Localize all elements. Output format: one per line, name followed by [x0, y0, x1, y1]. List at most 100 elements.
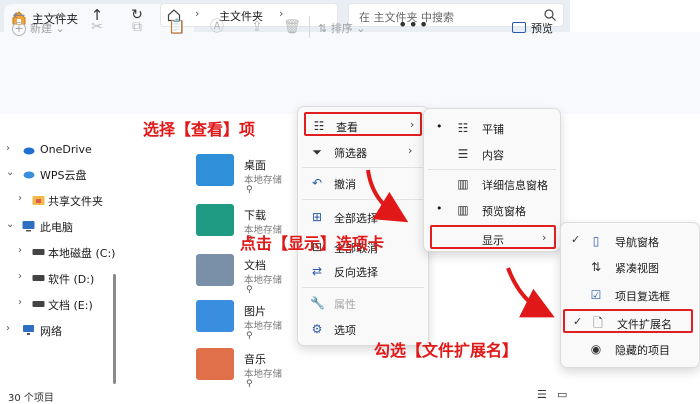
menu-item-label: 撤消: [334, 178, 356, 191]
menu-item-filter[interactable]: ⏷ 筛选器 ›: [304, 140, 422, 164]
menu-item-hidden-items[interactable]: ◉ 隐藏的项目: [567, 337, 693, 361]
sidebar-scrollbar[interactable]: [113, 274, 116, 384]
drive-icon: [32, 275, 45, 281]
music-folder-icon: [196, 348, 234, 380]
share-icon[interactable]: ⇪: [248, 18, 266, 36]
invert-selection-icon: ⇄: [311, 264, 323, 278]
annotation-step2: 点击【显示】选项卡: [240, 234, 385, 253]
chevron-down-icon[interactable]: ⌄: [6, 219, 14, 230]
folder-icon: [32, 196, 45, 205]
menu-item-label: 反向选择: [334, 266, 378, 279]
arrow-to-extensions: [506, 267, 555, 318]
sort-label: 排序: [330, 22, 353, 35]
list-item[interactable]: 图片 本地存储 ⚲: [196, 300, 296, 350]
menu-item-select-all[interactable]: ⊞ 全部选择: [304, 205, 422, 229]
menu-item-label: 文件扩展名: [617, 318, 672, 331]
sidebar-item-shared-folder[interactable]: › 共享文件夹: [0, 190, 115, 212]
menu-item-label: 导航窗格: [615, 236, 659, 249]
pin-icon: ⚲: [246, 185, 253, 195]
new-button[interactable]: + 新建 ⌄: [12, 20, 65, 36]
preview-pane-icon: [512, 22, 526, 33]
menu-item-preview-pane[interactable]: • ▥ 预览窗格: [430, 198, 554, 222]
details-pane-icon: ▥: [457, 177, 469, 191]
radio-dot-icon: •: [436, 202, 443, 215]
chevron-right-icon[interactable]: ›: [18, 297, 22, 308]
sidebar-item-drive-e[interactable]: › 文档 (E:): [0, 294, 115, 316]
menu-item-label: 隐藏的项目: [615, 344, 670, 357]
chevron-right-icon: ›: [408, 144, 413, 157]
sidebar-item-drive-d[interactable]: › 软件 (D:): [0, 268, 115, 290]
menu-item-navigation-pane[interactable]: ✓ ▯ 导航窗格: [567, 229, 693, 253]
cut-icon[interactable]: ✂: [88, 18, 106, 36]
chevron-right-icon[interactable]: ›: [18, 245, 22, 256]
menu-item-label: 预览窗格: [482, 205, 526, 218]
chevron-right-icon[interactable]: ›: [6, 323, 10, 334]
menu-item-view[interactable]: ☷ 查看 ›: [304, 112, 422, 136]
details-view-icon[interactable]: ☰: [537, 388, 547, 401]
menu-item-invert-selection[interactable]: ⇄ 反向选择: [304, 259, 422, 283]
chevron-right-icon[interactable]: ›: [18, 193, 22, 204]
tiles-view-icon[interactable]: ▭: [557, 388, 567, 401]
menu-item-properties[interactable]: 🔧 属性: [304, 291, 422, 315]
rename-icon[interactable]: Ⓐ: [208, 18, 226, 36]
eye-icon: ◉: [590, 342, 602, 356]
compact-view-icon: ⇅: [590, 260, 602, 274]
new-label: 新建: [30, 22, 52, 35]
annotation-step1: 选择【查看】项: [143, 120, 256, 139]
menu-item-file-extensions[interactable]: ✓ 🗋 文件扩展名: [563, 309, 693, 333]
delete-icon[interactable]: 🗑: [283, 18, 301, 36]
sort-button[interactable]: ⇅ 排序 ⌄: [318, 20, 365, 36]
chevron-down-icon: ⌄: [356, 22, 366, 35]
checkbox-icon: ☑: [590, 288, 602, 302]
menu-item-content[interactable]: ☰ 内容: [430, 142, 554, 166]
sort-icon: ⇅: [318, 22, 331, 35]
more-options-button[interactable]: •••: [398, 15, 429, 34]
annotation-step3: 勾选【文件扩展名】: [374, 341, 519, 360]
menu-item-label: 详细信息窗格: [482, 179, 548, 192]
sidebar-item-label: 软件 (D:): [48, 273, 95, 286]
select-all-icon: ⊞: [311, 210, 323, 224]
address-row: [0, 32, 700, 62]
sidebar-item-wps[interactable]: ⌄ WPS云盘: [0, 164, 115, 186]
desktop-folder-icon: [196, 154, 234, 186]
pin-icon: ⚲: [246, 379, 253, 389]
preview-button[interactable]: 预览: [512, 20, 553, 36]
chevron-down-icon[interactable]: ⌄: [6, 167, 14, 178]
menu-item-label: 筛选器: [334, 147, 367, 160]
file-name: 桌面: [244, 159, 266, 172]
chevron-right-icon[interactable]: ›: [6, 143, 10, 154]
menu-item-compact-view[interactable]: ⇅ 紧凑视图: [567, 255, 693, 279]
list-item[interactable]: 桌面 本地存储 ⚲: [196, 154, 296, 204]
checkmark-icon: ✓: [573, 315, 583, 328]
sidebar-item-onedrive[interactable]: › OneDrive: [0, 140, 115, 162]
menu-item-label: 属性: [334, 298, 356, 311]
menu-item-show[interactable]: 显示 ›: [430, 225, 556, 249]
menu-item-label: 平铺: [482, 123, 504, 136]
view-icon: ☷: [313, 119, 325, 133]
drive-icon: [32, 249, 45, 255]
list-item[interactable]: 文档 本地存储 ⚲: [196, 254, 296, 304]
network-icon: [23, 325, 34, 335]
drive-icon: [32, 301, 45, 307]
paste-icon[interactable]: 📋: [168, 18, 186, 36]
sidebar-item-this-pc[interactable]: ⌄ 此电脑: [0, 216, 115, 238]
sidebar-item-drive-c[interactable]: › 本地磁盘 (C:): [0, 242, 115, 264]
sidebar-item-network[interactable]: › 网络: [0, 320, 115, 342]
menu-divider: [428, 169, 556, 170]
navigation-pane: › OneDrive ⌄ WPS云盘 › 共享文件夹 ⌄ 此电脑 › 本地磁盘 …: [0, 114, 115, 390]
menu-item-checkboxes[interactable]: ☑ 项目复选框: [567, 283, 693, 307]
menu-item-tiles[interactable]: • ☷ 平铺: [430, 116, 554, 140]
file-name: 文档: [244, 259, 266, 272]
filter-icon: ⏷: [312, 145, 322, 159]
copy-icon[interactable]: ⧉: [128, 18, 146, 36]
sidebar-item-label: 共享文件夹: [48, 195, 103, 208]
file-name: 音乐: [244, 353, 266, 366]
context-menu: ☷ 查看 › ⏷ 筛选器 › ↶ 撤消 ⊞ 全部选择 ⊟ 全部取消 ⇄ 反向选择…: [297, 106, 429, 346]
menu-item-label: 选项: [334, 324, 356, 337]
file-name: 图片: [244, 305, 266, 318]
wrench-icon: 🔧: [310, 296, 325, 310]
menu-item-undo[interactable]: ↶ 撤消: [304, 171, 422, 195]
menu-item-details-pane[interactable]: ▥ 详细信息窗格: [430, 172, 554, 196]
file-icon: 🗋: [593, 316, 603, 330]
chevron-right-icon[interactable]: ›: [18, 271, 22, 282]
